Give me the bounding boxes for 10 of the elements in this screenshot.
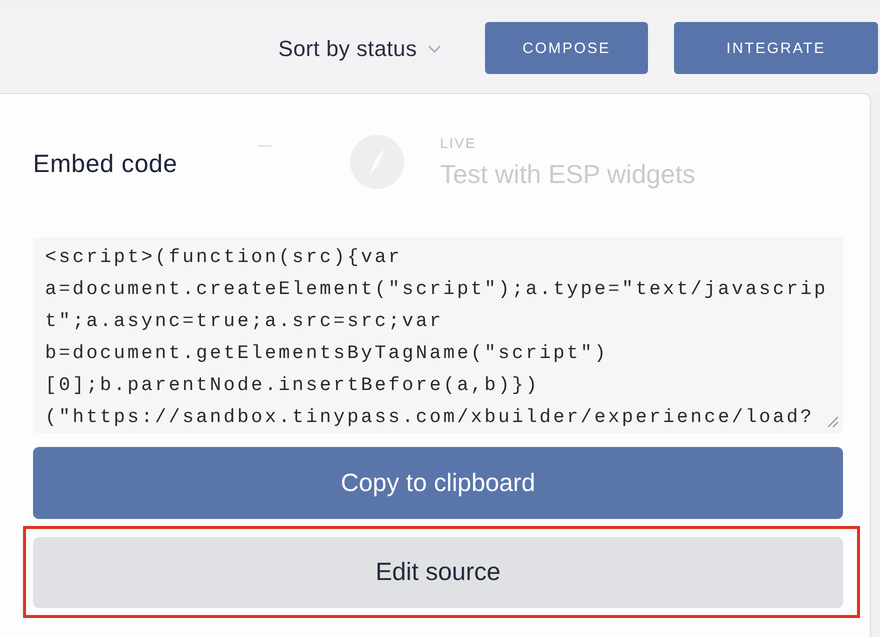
sort-dropdown[interactable]: Sort by status [278, 36, 441, 62]
chevron-down-icon [428, 45, 441, 53]
toolbar-button[interactable]: INTEGRATE [674, 22, 878, 74]
copy-button[interactable]: Copy to clipboard [33, 447, 843, 519]
toolbar-button[interactable]: COMPOSE [485, 22, 648, 74]
code-field[interactable]: <script>(function(src){var a=document.createElement("script");a.type="text/javascript";a.async=true;a.src=src;var b=document.getElementsByTagName("script")[0];b.parentNode.insertBefore(a,b)})("https://sandbox.tinypass.com/xbuilder/experience/load? [33, 237, 843, 433]
status-label: LIVE [440, 135, 476, 151]
resize-grip-icon[interactable] [827, 416, 839, 428]
panel-title: Embed code [33, 150, 178, 178]
edit-button[interactable]: Edit source [33, 537, 843, 608]
